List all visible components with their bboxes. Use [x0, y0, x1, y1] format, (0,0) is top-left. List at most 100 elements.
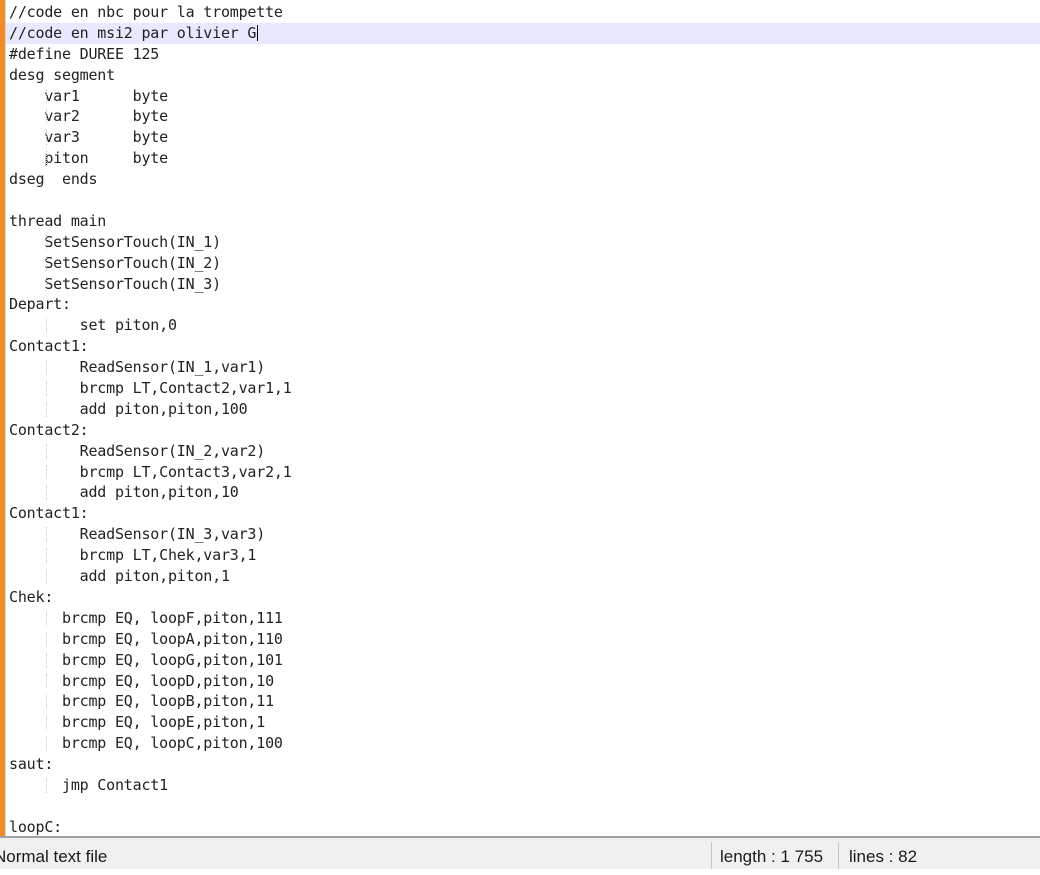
status-bar: Normal text file length : 1 755 lines : …: [0, 838, 1040, 869]
code-line-text: SetSensorTouch(IN_3): [9, 274, 221, 293]
code-line[interactable]: Contact1:: [9, 503, 1040, 524]
indent-guide: [46, 715, 47, 731]
code-line[interactable]: add piton,piton,1: [9, 566, 1040, 587]
indent-guide: [46, 151, 47, 167]
code-line-text: Contact1:: [9, 504, 89, 523]
code-line-text: var1 byte: [9, 86, 168, 105]
code-line[interactable]: dseg ends: [9, 169, 1040, 190]
code-line[interactable]: brcmp LT,Contact2,var1,1: [9, 378, 1040, 399]
code-line-text: brcmp LT,Contact3,var2,1: [9, 462, 292, 481]
code-line-text: set piton,0: [9, 316, 177, 335]
indent-guide: [46, 527, 47, 543]
code-line[interactable]: ReadSensor(IN_3,var3): [9, 524, 1040, 545]
code-line[interactable]: [9, 796, 1040, 817]
code-line-text: ReadSensor(IN_2,var2): [9, 441, 266, 460]
code-line[interactable]: var3 byte: [9, 127, 1040, 148]
indent-guide: [46, 673, 47, 689]
indent-guide: [46, 736, 47, 752]
indent-guide: [46, 255, 47, 271]
status-length: length : 1 755: [720, 847, 824, 866]
code-line-text: add piton,piton,100: [9, 399, 248, 418]
code-line[interactable]: ReadSensor(IN_2,var2): [9, 441, 1040, 462]
code-line-text: ReadSensor(IN_3,var3): [9, 525, 266, 544]
code-line-text: brcmp EQ, loopG,piton,101: [9, 650, 283, 669]
code-line[interactable]: add piton,piton,100: [9, 399, 1040, 420]
indent-guide: [46, 276, 47, 292]
code-line[interactable]: Depart:: [9, 294, 1040, 315]
code-line[interactable]: #define DUREE 125: [9, 44, 1040, 65]
code-line[interactable]: add piton,piton,10: [9, 482, 1040, 503]
code-line[interactable]: brcmp EQ, loopA,piton,110: [9, 629, 1040, 650]
code-line-text: Depart:: [9, 295, 71, 314]
indent-guide: [46, 694, 47, 710]
code-line-text: brcmp LT,Contact2,var1,1: [9, 379, 292, 398]
code-line-text: //code en nbc pour la trompette: [9, 3, 283, 21]
indent-guide: [46, 569, 47, 584]
code-line[interactable]: brcmp EQ, loopD,piton,10: [9, 671, 1040, 692]
indent-guide: [46, 443, 47, 459]
status-separator: [838, 842, 839, 869]
indent-guide: [46, 464, 47, 480]
code-line[interactable]: desg segment: [9, 65, 1040, 86]
code-line[interactable]: loopC:: [9, 817, 1040, 836]
code-line[interactable]: jmp Contact1: [9, 775, 1040, 796]
code-line[interactable]: SetSensorTouch(IN_2): [9, 253, 1040, 274]
code-line-text: SetSensorTouch(IN_2): [9, 253, 221, 272]
code-line[interactable]: brcmp EQ, loopG,piton,101: [9, 650, 1040, 671]
code-line-text: Contact1:: [9, 337, 89, 356]
indent-guide: [46, 360, 47, 376]
code-line[interactable]: Contact2:: [9, 420, 1040, 441]
code-line[interactable]: var2 byte: [9, 106, 1040, 127]
code-line[interactable]: set piton,0: [9, 315, 1040, 336]
code-line[interactable]: //code en msi2 par olivier G: [6, 22, 1040, 44]
code-line[interactable]: brcmp EQ, loopF,piton,111: [9, 608, 1040, 629]
code-line[interactable]: Contact1:: [9, 336, 1040, 357]
code-line[interactable]: brcmp EQ, loopE,piton,1: [9, 712, 1040, 733]
code-line[interactable]: thread main: [9, 211, 1040, 232]
status-separator: [711, 842, 712, 869]
code-line[interactable]: SetSensorTouch(IN_1): [9, 232, 1040, 253]
status-line-count: lines : 82: [849, 847, 918, 866]
code-line-text: loopC:: [9, 817, 62, 836]
indent-guide: [46, 109, 47, 125]
code-line-text: brcmp EQ, loopA,piton,110: [9, 629, 283, 648]
code-line-text: thread main: [9, 211, 107, 230]
code-line[interactable]: Chek:: [9, 587, 1040, 608]
indent-guide: [46, 610, 47, 626]
indent-guide: [46, 88, 47, 104]
code-line-text: var3 byte: [9, 128, 168, 147]
indent-guide: [46, 381, 47, 396]
indent-guide: [46, 318, 47, 334]
indent-guide: [46, 652, 47, 668]
text-caret: [257, 25, 259, 42]
code-line-text: //code en msi2 par olivier G: [9, 23, 257, 42]
code-line[interactable]: brcmp LT,Chek,var3,1: [9, 545, 1040, 566]
code-line-text: brcmp EQ, loopF,piton,111: [9, 608, 283, 627]
status-file-type: Normal text file: [0, 847, 108, 866]
indent-guide: [46, 234, 47, 250]
editor-lines[interactable]: //code en nbc pour la trompette //code en…: [6, 2, 1040, 836]
code-line[interactable]: //code en nbc pour la trompette: [9, 2, 1040, 23]
code-line-text: Contact2:: [9, 420, 89, 439]
code-line-text: var2 byte: [9, 107, 168, 126]
code-line[interactable]: SetSensorTouch(IN_3): [9, 274, 1040, 295]
code-line-text: brcmp EQ, loopB,piton,11: [9, 692, 274, 711]
code-line-text: brcmp EQ, loopC,piton,100: [9, 734, 283, 753]
code-line[interactable]: piton byte: [9, 148, 1040, 169]
code-line[interactable]: ReadSensor(IN_1,var1): [9, 357, 1040, 378]
code-line-text: Chek:: [9, 587, 54, 606]
indent-guide: [46, 631, 47, 647]
code-line[interactable]: saut:: [9, 754, 1040, 775]
code-line-text: piton byte: [9, 149, 168, 168]
indent-guide: [46, 485, 47, 501]
code-line-text: desg segment: [9, 65, 115, 84]
code-line[interactable]: var1 byte: [9, 86, 1040, 107]
code-line[interactable]: brcmp EQ, loopB,piton,11: [9, 691, 1040, 712]
code-editor[interactable]: //code en nbc pour la trompette //code en…: [0, 0, 1040, 836]
code-line[interactable]: brcmp LT,Contact3,var2,1: [9, 462, 1040, 483]
code-line[interactable]: brcmp EQ, loopC,piton,100: [9, 733, 1040, 754]
code-line-text: add piton,piton,1: [9, 567, 230, 586]
code-line[interactable]: [9, 190, 1040, 211]
code-line-text: jmp Contact1: [9, 775, 168, 794]
code-line-text: #define DUREE 125: [9, 44, 160, 63]
